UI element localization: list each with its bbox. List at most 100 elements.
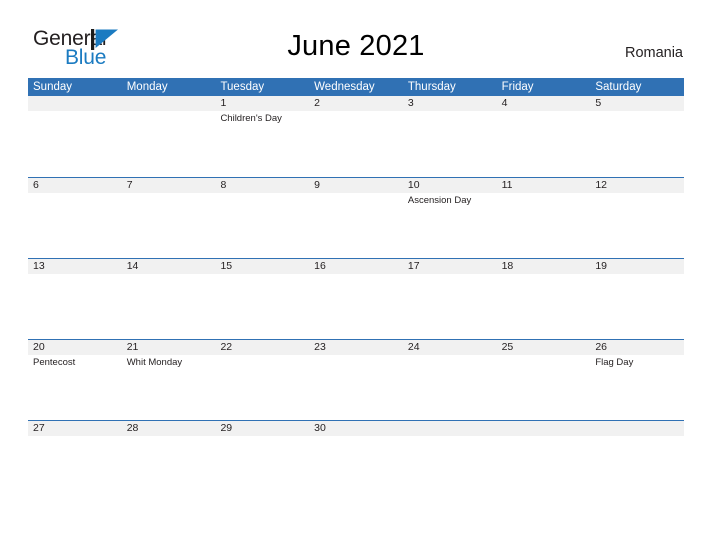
country-label: Romania [624,45,683,61]
day-number[interactable]: 13 [28,259,122,274]
day-cell [497,436,591,500]
day-cell[interactable] [309,274,403,338]
day-cell[interactable] [309,111,403,175]
holiday-event-label: Pentecost [33,357,76,368]
week-daynumber-band: 12345 [28,96,684,111]
day-number[interactable]: 9 [309,178,403,193]
day-number[interactable]: 23 [309,340,403,355]
day-cell[interactable] [403,355,497,419]
day-number[interactable]: 28 [122,421,216,436]
day-number[interactable]: 18 [497,259,591,274]
day-number[interactable]: 8 [215,178,309,193]
holiday-event-label: Children's Day [220,113,282,124]
weekday-header-sunday: Sunday [33,81,73,93]
day-cell[interactable] [122,193,216,257]
day-number[interactable]: 14 [122,259,216,274]
day-cell[interactable] [215,193,309,257]
day-cell[interactable] [403,274,497,338]
day-number[interactable]: 19 [590,259,684,274]
calendar-week-row: 6 7 8 9 10 11 12 Ascension Day [28,177,684,258]
day-number [497,421,591,436]
weekday-header-thursday: Thursday [407,81,456,93]
day-cell [122,111,216,175]
day-number[interactable]: 2 [309,96,403,111]
day-number[interactable]: 26 [590,340,684,355]
day-cell[interactable] [497,355,591,419]
week-daynumber-band: 20 21 22 23 24 25 26 [28,340,684,355]
day-number[interactable]: 17 [403,259,497,274]
holiday-event-label: Ascension Day [407,195,472,206]
day-cell[interactable] [309,193,403,257]
day-number[interactable]: 29 [215,421,309,436]
day-cell[interactable] [215,274,309,338]
day-cell[interactable] [590,193,684,257]
day-cell[interactable] [497,111,591,175]
week-events-band: Ascension Day [28,193,684,257]
day-cell[interactable] [309,436,403,500]
holiday-event-label: Flag Day [595,357,634,368]
day-cell[interactable] [122,436,216,500]
day-number[interactable]: 15 [215,259,309,274]
day-cell [28,111,122,175]
day-number[interactable]: 3 [403,96,497,111]
day-cell[interactable] [590,274,684,338]
day-cell [403,436,497,500]
day-cell[interactable] [28,274,122,338]
day-number[interactable]: 21 [122,340,216,355]
day-cell[interactable]: Pentecost [28,355,122,419]
day-number[interactable]: 27 [28,421,122,436]
weekday-header-friday: Friday [501,81,534,93]
day-number[interactable]: 24 [403,340,497,355]
holiday-event-label: Whit Monday [126,357,183,368]
day-number[interactable]: 10 [403,178,497,193]
week-events-band [28,274,684,338]
day-cell[interactable] [403,111,497,175]
day-number[interactable]: 25 [497,340,591,355]
day-number[interactable]: 30 [309,421,403,436]
calendar-week-row: 13 14 15 16 17 18 19 [28,258,684,339]
day-number[interactable]: 11 [497,178,591,193]
calendar-page: General Blue June 2021 Romania Sunday Mo… [0,0,712,550]
day-number [122,96,216,111]
day-number[interactable]: 12 [590,178,684,193]
weekday-header-row: Sunday Monday Tuesday Wednesday Thursday… [28,78,684,96]
day-number[interactable]: 22 [215,340,309,355]
weekday-header-monday: Monday [126,81,168,93]
day-cell[interactable] [122,274,216,338]
calendar-week-row: 27 28 29 30 [28,420,684,501]
day-cell[interactable]: Ascension Day [403,193,497,257]
page-header: General Blue June 2021 Romania [0,0,712,78]
day-number [28,96,122,111]
calendar-grid: Sunday Monday Tuesday Wednesday Thursday… [28,78,684,501]
day-cell[interactable]: Children's Day [215,111,309,175]
day-cell[interactable] [497,193,591,257]
day-cell[interactable]: Whit Monday [122,355,216,419]
calendar-week-row: 20 21 22 23 24 25 26 Pentecost Whit Monday Flag D… [28,339,684,420]
day-cell[interactable]: Flag Day [590,355,684,419]
day-number[interactable]: 20 [28,340,122,355]
day-number [590,421,684,436]
week-events-band: Children's Day [28,111,684,175]
week-daynumber-band: 27 28 29 30 [28,421,684,436]
week-events-band: Pentecost Whit Monday Flag Day [28,355,684,419]
day-number[interactable]: 7 [122,178,216,193]
day-number[interactable]: 1 [215,96,309,111]
weekday-header-tuesday: Tuesday [220,81,265,93]
page-title: June 2021 [287,30,425,62]
day-cell[interactable] [215,436,309,500]
day-cell[interactable] [590,111,684,175]
day-number[interactable]: 6 [28,178,122,193]
weekday-header-wednesday: Wednesday [314,81,375,93]
day-number[interactable]: 4 [497,96,591,111]
day-cell [590,436,684,500]
day-number[interactable]: 16 [309,259,403,274]
day-number[interactable]: 5 [590,96,684,111]
day-cell[interactable] [28,193,122,257]
week-daynumber-band: 6 7 8 9 10 11 12 [28,178,684,193]
day-cell[interactable] [215,355,309,419]
weekday-header-saturday: Saturday [595,81,642,93]
day-cell[interactable] [309,355,403,419]
day-cell[interactable] [28,436,122,500]
day-cell[interactable] [497,274,591,338]
day-number [403,421,497,436]
